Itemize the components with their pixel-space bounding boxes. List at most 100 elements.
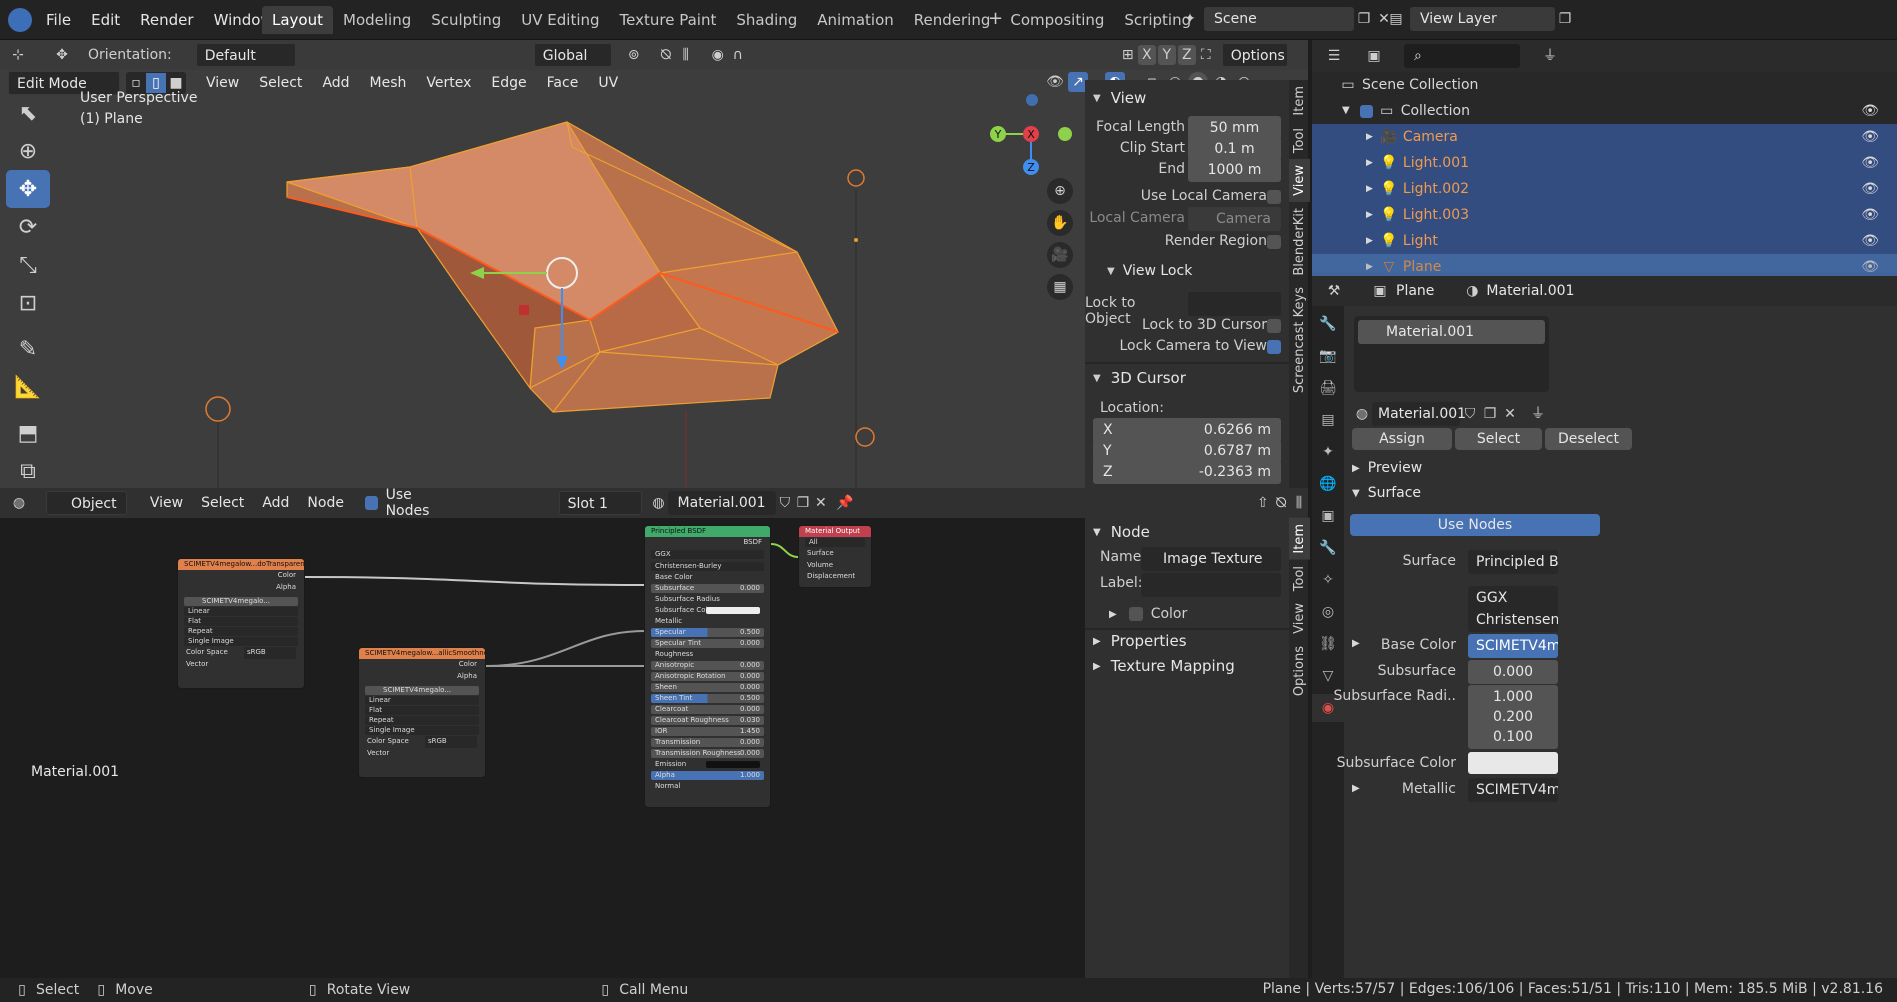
projection-dropdown[interactable]: Flat [184, 617, 298, 626]
lock-to-object-field[interactable] [1188, 292, 1281, 316]
workspace-tab-animation[interactable]: Animation [807, 6, 903, 34]
color-space-dropdown[interactable]: sRGB [244, 647, 296, 659]
distribution-dropdown[interactable]: GGX [1468, 586, 1558, 610]
menu-edit[interactable]: Edit [81, 0, 130, 40]
image-texture-node-1[interactable]: SCIMETV4megalow...doTransparency.png Col… [177, 558, 305, 689]
workspace-tab-shading[interactable]: Shading [726, 6, 807, 34]
slot-dropdown[interactable]: Slot 1 [558, 491, 642, 515]
options-dropdown[interactable]: Options [1221, 43, 1288, 67]
editor-type-icon[interactable]: ◍ [10, 493, 28, 513]
lock-camera-checkbox[interactable] [1267, 340, 1281, 354]
visibility-icon[interactable]: 👁 [1861, 202, 1879, 228]
bsdf-input-normal[interactable]: Normal [651, 782, 764, 792]
node-section-title[interactable]: Node [1111, 523, 1150, 541]
view-layer-icon[interactable]: ▤ [1386, 9, 1406, 29]
clip-end-field[interactable]: 1000 m [1188, 158, 1281, 182]
metallic-field[interactable]: SCIMETV4me.. [1468, 778, 1558, 802]
ortho-toggle-icon[interactable]: ▦ [1047, 274, 1073, 300]
visibility-icon[interactable]: 👁 [1861, 228, 1879, 254]
extension-dropdown[interactable]: Repeat [184, 627, 298, 636]
node-sidebar-tab-options[interactable]: Options [1289, 640, 1310, 702]
unlink-icon[interactable]: ✕ [812, 493, 830, 513]
sidebar-tab-tool[interactable]: Tool [1289, 122, 1310, 159]
light-003-gizmo[interactable] [855, 427, 875, 447]
outliner-item-light-001[interactable]: ▶ 💡 Light.001 👁 [1312, 150, 1897, 176]
workspace-tab-texture-paint[interactable]: Texture Paint [610, 6, 727, 34]
outliner-item-camera[interactable]: ▶ 🎥 Camera 👁 [1312, 124, 1897, 150]
visibility-icon[interactable]: 👁 [1861, 124, 1879, 150]
link-icon[interactable]: ⏚ [1528, 404, 1548, 424]
bsdf-output[interactable]: BSDF [645, 537, 770, 549]
bsdf-input-clearcoat[interactable]: Clearcoat 0.000 [651, 704, 764, 714]
properties-section[interactable]: Properties [1111, 632, 1187, 650]
node-menu-node[interactable]: Node [298, 495, 353, 511]
volume-input[interactable]: Volume [799, 560, 871, 572]
select-button[interactable]: Select [1455, 428, 1542, 450]
node-menu-view[interactable]: View [141, 495, 192, 511]
copy-scene-icon[interactable]: ❐ [1354, 9, 1374, 29]
mirror-y-toggle[interactable]: Y [1157, 45, 1176, 65]
bsdf-input-specular[interactable]: Specular 0.500 [651, 627, 764, 637]
color-space-dropdown[interactable]: sRGB [425, 736, 477, 748]
bsdf-input-transmission-roughness[interactable]: Transmission Roughness 0.000 [651, 748, 764, 758]
world-icon[interactable]: 🌐 [1312, 470, 1344, 498]
material-name-field[interactable]: Material.001 [1372, 402, 1466, 426]
bsdf-input-specular-tint[interactable]: Specular Tint 0.000 [651, 638, 764, 648]
subsurface-method-dropdown[interactable]: Christensen-Burley [651, 561, 764, 571]
use-nodes-checkbox[interactable] [364, 496, 378, 510]
object-type-dropdown[interactable]: Object [46, 491, 127, 515]
duplicate-material-icon[interactable]: ❐ [1480, 404, 1500, 424]
projection-dropdown[interactable]: Flat [365, 706, 479, 715]
subsurface-radius-z[interactable]: 0.100 [1468, 725, 1558, 749]
light-002-gizmo[interactable] [205, 396, 231, 422]
color-output[interactable]: Color [178, 570, 304, 582]
material-slot-item[interactable]: Material.001 [1358, 320, 1545, 344]
unlink-material-icon[interactable]: ✕ [1500, 404, 1520, 424]
outliner-editor-icon[interactable]: ☰ [1324, 46, 1344, 66]
visibility-icon[interactable]: 👁 [1861, 98, 1879, 124]
bsdf-input-anisotropic-rotation[interactable]: Anisotropic Rotation 0.000 [651, 671, 764, 681]
vector-input[interactable]: Vector [359, 748, 485, 760]
light-001-gizmo[interactable] [847, 169, 865, 187]
surface-shader-field[interactable]: Principled BSD [1468, 550, 1558, 574]
workspace-tab-uv-editing[interactable]: UV Editing [511, 6, 609, 34]
color-panel-toggle[interactable]: Color [1151, 606, 1188, 622]
distribution-dropdown[interactable]: GGX [651, 549, 764, 559]
image-texture-node-2[interactable]: SCIMETV4megalow...allicSmoothness.pn Col… [358, 647, 486, 778]
camera-view-icon[interactable]: 🎥 [1047, 242, 1073, 268]
base-color-field[interactable]: SCIMETV4me.. [1468, 634, 1558, 658]
node-sidebar-tab-item[interactable]: Item [1289, 518, 1310, 560]
visibility-icon[interactable]: 👁 [1861, 150, 1879, 176]
bsdf-input-transmission[interactable]: Transmission 0.000 [651, 737, 764, 747]
duplicate-icon[interactable]: ❐ [794, 493, 812, 513]
scene-icon[interactable]: ✦ [1180, 9, 1200, 29]
preview-section[interactable]: Preview [1368, 460, 1423, 476]
constraints-icon[interactable]: ⛓ [1312, 630, 1344, 658]
add-workspace-icon[interactable]: + [988, 8, 1003, 29]
deselect-button[interactable]: Deselect [1545, 428, 1632, 450]
displacement-input[interactable]: Displacement [799, 571, 871, 583]
material-slot-list[interactable]: Material.001 [1354, 316, 1549, 392]
bsdf-input-subsurface[interactable]: Subsurface 0.000 [651, 583, 764, 593]
view-section-title[interactable]: View [1111, 89, 1147, 107]
x-axis-handle[interactable] [519, 305, 529, 315]
node-menu-add[interactable]: Add [253, 495, 298, 511]
bsdf-input-sheen[interactable]: Sheen 0.000 [651, 682, 764, 692]
workspace-tab-modeling[interactable]: Modeling [333, 6, 421, 34]
visibility-icon[interactable]: 👁 [1861, 176, 1879, 202]
texture-mapping-section[interactable]: Texture Mapping [1111, 657, 1235, 675]
sidebar-tab-item[interactable]: Item [1289, 80, 1310, 122]
scene-field[interactable]: Scene [1204, 7, 1354, 31]
bsdf-input-emission[interactable]: Emission [651, 760, 764, 770]
gizmo-neg-x-icon[interactable] [1058, 127, 1072, 141]
view-layer-field[interactable]: View Layer [1410, 7, 1555, 31]
scene-collection-row[interactable]: ▭ Scene Collection [1312, 72, 1897, 98]
bsdf-input-clearcoat-roughness[interactable]: Clearcoat Roughness 0.030 [651, 715, 764, 725]
bsdf-input-sheen-tint[interactable]: Sheen Tint 0.500 [651, 693, 764, 703]
object-icon[interactable]: ▣ [1312, 502, 1344, 530]
outliner-item-light-003[interactable]: ▶ 💡 Light.003 👁 [1312, 202, 1897, 228]
sidebar-tab-view[interactable]: View [1289, 158, 1310, 202]
sidebar-tab-screencast-keys[interactable]: Screencast Keys [1289, 281, 1310, 399]
subsurface-method-dropdown[interactable]: Christensen-Bu... [1468, 608, 1558, 632]
output-icon[interactable]: 🖨 [1312, 374, 1344, 402]
